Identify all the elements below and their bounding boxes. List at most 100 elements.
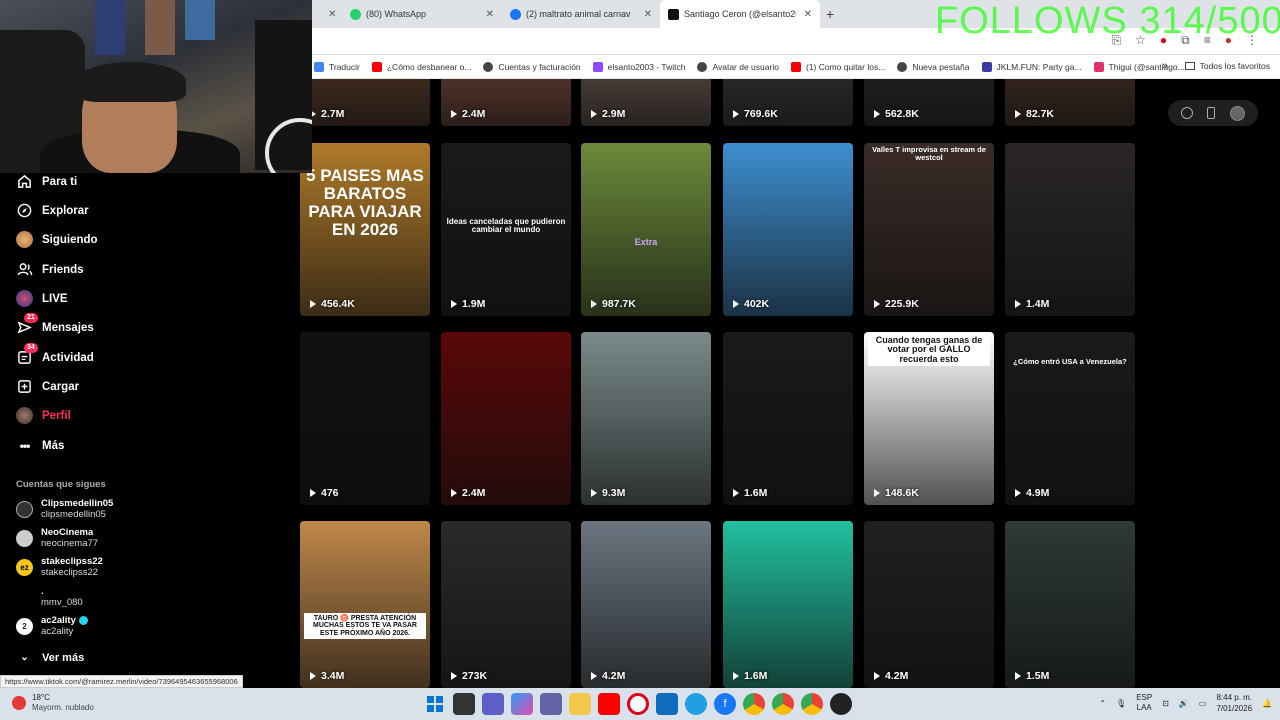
video-thumbnail[interactable]: Ideas canceladas que pudieron cambiar el… [441,143,571,316]
following-account[interactable]: . mmv_080 [16,586,83,608]
video-thumbnail[interactable]: 4.2M [864,521,994,688]
nav-mensajes[interactable]: 21 Mensajes [16,313,94,336]
bookmark-item[interactable]: Nueva pestaña [897,61,970,72]
see-more-button[interactable]: ⌄ Ver más [16,649,84,666]
chrome-icon[interactable] [743,693,765,715]
facebook-icon[interactable]: f [714,693,736,715]
home-icon [16,173,33,190]
tab-tiktok[interactable]: Santiago Ceron (@elsanto2003 ✕ [660,0,820,28]
nav-live[interactable]: LIVE [16,290,68,307]
chevron-up-icon[interactable]: ⌃ [1099,699,1106,708]
bookmark-item[interactable]: Cuentas y facturación [483,61,581,72]
nav-para-ti[interactable]: Para ti [16,173,77,190]
close-icon[interactable]: ✕ [486,9,494,20]
following-avatar-icon [16,231,33,248]
chrome-icon[interactable] [772,693,794,715]
nav-mas[interactable]: ••• Más [16,437,65,454]
video-thumbnail[interactable]: 1.6M [723,332,853,505]
store-icon[interactable] [656,693,678,715]
video-thumbnail[interactable]: 2.7M [300,79,430,126]
video-thumbnail[interactable]: Valles T improvisa en stream de westcol 2… [864,143,994,316]
nav-perfil[interactable]: Perfil [16,407,71,424]
pip-icon[interactable] [1181,107,1194,119]
account-name: Clipsmedellin05 [41,498,114,509]
notification-icon[interactable]: 🔔 [1262,699,1272,708]
bookmark-item[interactable]: Thigui (@santiago... [1093,61,1185,72]
view-count-label: 4.2M [885,670,909,682]
tab-overflow[interactable]: ✕ [312,0,342,28]
bookmark-item[interactable]: (1) Como quitar los... [790,61,885,72]
view-count: 225.9K [874,298,919,310]
video-thumbnail[interactable]: 2.4M [441,79,571,126]
network-icon[interactable]: ⊡ [1162,699,1169,708]
youtube-icon[interactable] [598,693,620,715]
clock[interactable]: 8:44 p. m. 7/01/2026 [1216,692,1252,714]
user-avatar-icon[interactable] [1229,105,1245,121]
view-count: 1.9M [451,298,485,310]
video-thumbnail[interactable]: Extra 987.7K [581,143,711,316]
video-thumbnail[interactable]: 402K [723,143,853,316]
video-thumbnail[interactable]: 20 preguntas2.9M [581,79,711,126]
video-thumbnail[interactable]: 5 PAISES MAS BARATOS PARA VIAJAR EN 2026… [300,143,430,316]
video-thumbnail[interactable]: 1.6M [723,521,853,688]
app-icon[interactable] [830,693,852,715]
view-count-label: 148.6K [885,487,919,499]
task-view-icon[interactable] [453,693,475,715]
video-thumbnail[interactable]: 9.3M [581,332,711,505]
poster [95,0,125,55]
bookmark-item[interactable]: ¿Cómo desbanear o... [371,61,471,72]
bookmark-item[interactable]: elsanto2003 - Twitch [592,61,685,72]
tab-whatsapp[interactable]: (80) WhatsApp ✕ [342,0,502,28]
edge-icon[interactable] [685,693,707,715]
nav-actividad[interactable]: 34 Actividad [16,343,94,366]
nav-explorar[interactable]: Explorar [16,202,89,219]
nav-cargar[interactable]: Cargar [16,378,79,395]
volume-icon[interactable]: 🔊 [1179,699,1189,708]
video-thumbnail[interactable]: TAURO ♉ PRESTA ATENCIÓN MUCHAS ESTOS TE … [300,521,430,688]
microphone-icon[interactable]: 🎙 [1116,699,1126,708]
following-account[interactable]: Clipsmedellin05 clipsmedellin05 [16,498,113,520]
video-thumbnail[interactable]: 476 [300,332,430,505]
video-thumbnail[interactable]: 4.2M [581,521,711,688]
view-count: 2.7M [310,108,344,120]
tab-facebook[interactable]: (2) maltrato animal carnavales ✕ [502,0,660,28]
following-account[interactable]: ez stakeclipss22 stakeclipss22 [16,556,103,578]
video-thumbnail[interactable]: 2.4M [441,332,571,505]
chrome-icon[interactable] [801,693,823,715]
battery-icon[interactable]: ▭ [1199,699,1207,708]
twitch-icon [592,61,603,72]
bookmark-item[interactable]: Traducir [314,61,360,72]
teams-icon[interactable] [540,693,562,715]
video-thumbnail[interactable]: 273K [441,521,571,688]
view-count: 4.2M [874,670,908,682]
device-icon[interactable] [1207,107,1216,119]
windows-start-icon[interactable] [424,693,446,715]
video-thumbnail[interactable]: 562.8K [864,79,994,126]
video-thumbnail[interactable]: ¿Cómo entró USA a Venezuela? 4.9M [1005,332,1135,505]
bookmark-item[interactable]: JKLM.FUN: Party ga... [981,61,1082,72]
bookmarks-overflow-button[interactable]: » [1162,60,1168,72]
video-thumbnail[interactable]: 1.4M [1005,143,1135,316]
language-indicator[interactable]: ESP LAA [1136,693,1152,713]
copilot-icon[interactable] [511,693,533,715]
file-explorer-icon[interactable] [569,693,591,715]
close-icon[interactable]: ✕ [644,9,652,20]
bookmark-item[interactable]: Avatar de usuario [697,61,779,72]
video-thumbnail[interactable]: LA CIUDAD MÁS CERCANA AL ESPACIO APODADA… [723,79,853,126]
following-account[interactable]: NeoCinema neocinema77 [16,527,98,549]
video-thumbnail[interactable]: Cuando tengas ganas de votar por el GALL… [864,332,994,505]
following-account[interactable]: 2 ac2ality ac2ality [16,615,88,637]
video-thumbnail[interactable]: 82.7K [1005,79,1135,126]
view-count: 987.7K [591,298,636,310]
nav-siguiendo[interactable]: Siguiendo [16,231,98,248]
weather-widget[interactable]: 18°C Mayorm. nublado [12,693,94,713]
new-tab-button[interactable]: + [826,6,834,22]
nav-friends[interactable]: Friends [16,261,84,278]
opera-icon[interactable] [627,693,649,715]
close-icon[interactable]: ✕ [804,9,812,20]
nav-label: Mensajes [42,321,94,334]
all-favorites-button[interactable]: Todos los favoritos [1184,61,1270,71]
close-icon[interactable]: ✕ [328,9,336,20]
chat-icon[interactable] [482,693,504,715]
video-thumbnail[interactable]: 1.5M [1005,521,1135,688]
